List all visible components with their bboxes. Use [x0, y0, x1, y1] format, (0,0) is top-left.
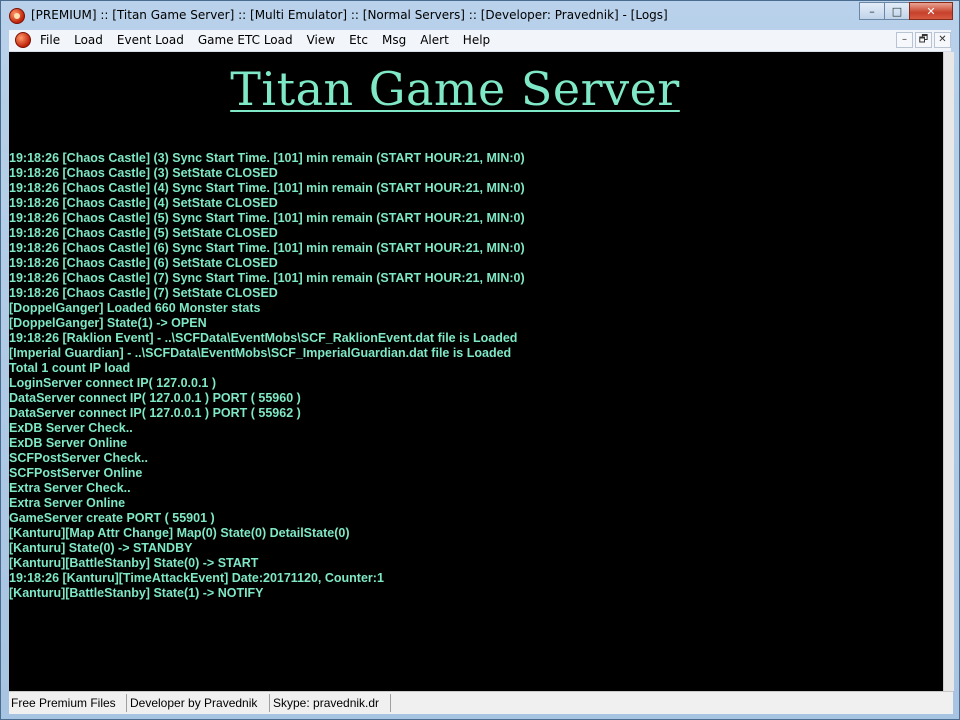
log-line: [Kanturu] State(0) -> STANDBY — [9, 541, 193, 555]
log-line: LoginServer connect IP( 127.0.0.1 ) — [9, 376, 217, 390]
menu-items: File Load Event Load Game ETC Load View … — [33, 30, 497, 51]
minimize-button[interactable]: – — [859, 2, 885, 20]
log-line: 19:18:26 [Kanturu][TimeAttackEvent] Date… — [9, 571, 384, 585]
log-line: [DoppelGanger] Loaded 660 Monster stats — [9, 301, 261, 315]
log-line: Extra Server Online — [9, 496, 126, 510]
close-button[interactable]: ✕ — [909, 2, 953, 20]
log-line: [Imperial Guardian] - ..\SCFData\EventMo… — [9, 346, 512, 360]
app-logo-icon[interactable] — [9, 8, 25, 24]
app-window: [PREMIUM] :: [Titan Game Server] :: [Mul… — [0, 0, 960, 720]
log-line: SCFPostServer Check.. — [9, 451, 148, 465]
menu-load[interactable]: Load — [67, 30, 110, 51]
mdi-restore-button[interactable]: 🗗 — [915, 32, 932, 48]
log-line: ExDB Server Online — [9, 436, 128, 450]
log-line: 19:18:26 [Chaos Castle] (3) Sync Start T… — [9, 151, 525, 165]
log-line: 19:18:26 [Chaos Castle] (4) Sync Start T… — [9, 181, 525, 195]
log-line: [Kanturu][BattleStanby] State(1) -> NOTI… — [9, 586, 264, 600]
window-title: [PREMIUM] :: [Titan Game Server] :: [Mul… — [31, 8, 668, 22]
menu-event-load[interactable]: Event Load — [110, 30, 191, 51]
mdi-child-buttons: – 🗗 ✕ — [896, 32, 951, 48]
mdi-close-button[interactable]: ✕ — [934, 32, 951, 48]
log-line: 19:18:26 [Chaos Castle] (6) SetState CLO… — [9, 256, 278, 270]
log-line: 19:18:26 [Chaos Castle] (4) SetState CLO… — [9, 196, 278, 210]
log-line: 19:18:26 [Chaos Castle] (6) Sync Start T… — [9, 241, 525, 255]
menu-etc[interactable]: Etc — [342, 30, 375, 51]
log-line: [Kanturu][Map Attr Change] Map(0) State(… — [9, 526, 350, 540]
menu-alert[interactable]: Alert — [413, 30, 456, 51]
caption-buttons: – □ ✕ — [859, 2, 953, 21]
mdi-child-icon[interactable] — [15, 32, 31, 48]
status-panel-developer: Developer by Pravednik — [128, 694, 270, 712]
log-view[interactable]: Titan Game Server 19:18:26 [Chaos Castle… — [9, 52, 943, 691]
log-line: 19:18:26 [Chaos Castle] (7) Sync Start T… — [9, 271, 525, 285]
maximize-button[interactable]: □ — [884, 2, 910, 20]
status-panel-premium: Free Premium Files — [9, 694, 127, 712]
log-line: DataServer connect IP( 127.0.0.1 ) PORT … — [9, 391, 301, 405]
status-bar: Free Premium Files Developer by Pravedni… — [9, 691, 953, 714]
status-panel-skype: Skype: pravednik.dr — [271, 694, 391, 712]
menu-file[interactable]: File — [33, 30, 67, 51]
log-line: DataServer connect IP( 127.0.0.1 ) PORT … — [9, 406, 301, 420]
log-line: GameServer create PORT ( 55901 ) — [9, 511, 215, 525]
log-line: 19:18:26 [Chaos Castle] (5) SetState CLO… — [9, 226, 278, 240]
server-heading: Titan Game Server — [230, 62, 680, 116]
menu-msg[interactable]: Msg — [375, 30, 413, 51]
log-line: Total 1 count IP load — [9, 361, 131, 375]
log-line: 19:18:26 [Chaos Castle] (3) SetState CLO… — [9, 166, 278, 180]
log-line: [DoppelGanger] State(1) -> OPEN — [9, 316, 207, 330]
log-line: ExDB Server Check.. — [9, 421, 133, 435]
log-line: SCFPostServer Online — [9, 466, 143, 480]
log-line: 19:18:26 [Raklion Event] - ..\SCFData\Ev… — [9, 331, 518, 345]
log-line: [Kanturu][BattleStanby] State(0) -> STAR… — [9, 556, 259, 570]
log-line: Extra Server Check.. — [9, 481, 131, 495]
title-bar[interactable]: [PREMIUM] :: [Titan Game Server] :: [Mul… — [1, 1, 959, 30]
menu-bar: File Load Event Load Game ETC Load View … — [9, 30, 951, 52]
log-line: 19:18:26 [Chaos Castle] (5) Sync Start T… — [9, 211, 525, 225]
mdi-minimize-button[interactable]: – — [896, 32, 913, 48]
menu-game-etc-load[interactable]: Game ETC Load — [191, 30, 300, 51]
menu-view[interactable]: View — [300, 30, 342, 51]
vertical-scrollbar[interactable] — [943, 52, 954, 691]
log-list: 19:18:26 [Chaos Castle] (3) Sync Start T… — [9, 151, 943, 601]
log-line: 19:18:26 [Chaos Castle] (7) SetState CLO… — [9, 286, 278, 300]
menu-help[interactable]: Help — [456, 30, 497, 51]
